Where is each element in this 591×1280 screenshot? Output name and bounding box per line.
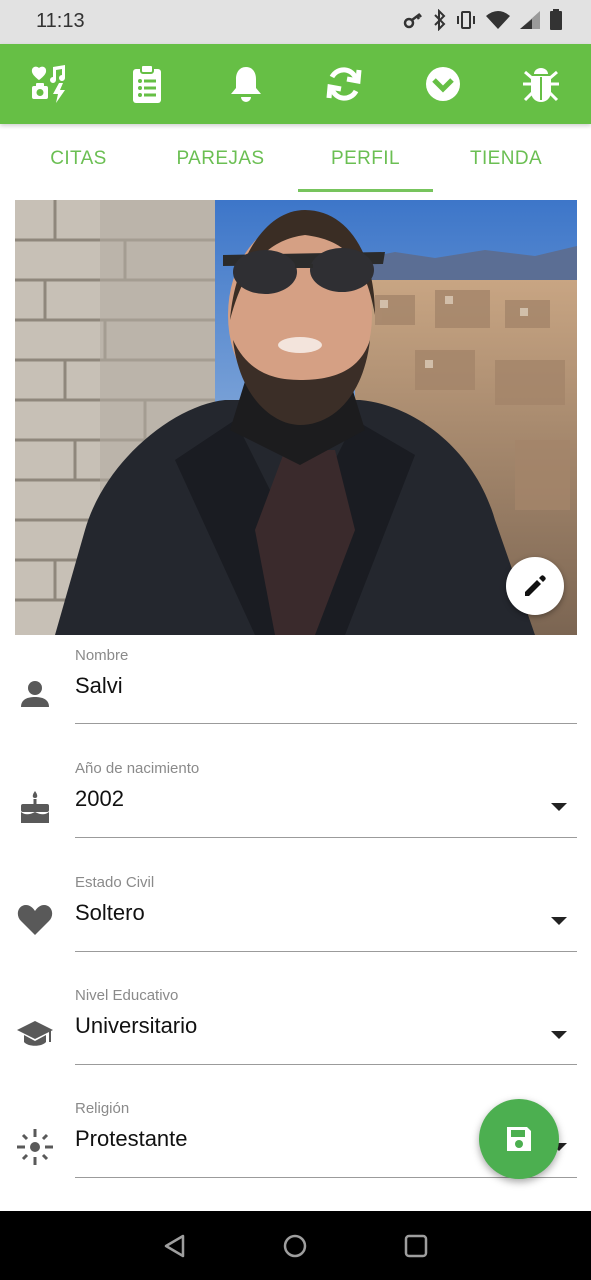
navigation-bar bbox=[0, 1211, 591, 1280]
bug-icon[interactable] bbox=[521, 64, 561, 104]
nombre-underline bbox=[75, 723, 577, 724]
nombre-input[interactable]: Salvi bbox=[75, 673, 123, 699]
sync-icon[interactable] bbox=[324, 64, 364, 104]
heart-icon bbox=[14, 899, 56, 941]
signal-icon bbox=[519, 10, 541, 30]
nivel-educativo-underline bbox=[75, 1064, 577, 1065]
person-icon bbox=[14, 673, 56, 715]
vibrate-icon bbox=[455, 9, 477, 31]
battery-icon bbox=[549, 9, 563, 31]
nombre-label: Nombre bbox=[75, 647, 129, 664]
nacimiento-select[interactable]: 2002 bbox=[75, 786, 124, 812]
status-time: 11:13 bbox=[36, 10, 85, 32]
status-bar: 11:13 bbox=[0, 0, 591, 44]
religion-select[interactable]: Protestante bbox=[75, 1126, 188, 1152]
cake-icon bbox=[14, 786, 56, 828]
bell-icon[interactable] bbox=[226, 64, 266, 104]
tab-perfil[interactable]: PERFIL bbox=[298, 124, 433, 194]
religion-label: Religión bbox=[75, 1100, 130, 1117]
tab-parejas[interactable]: PAREJAS bbox=[149, 124, 292, 194]
chevron-circle-down-icon[interactable] bbox=[423, 64, 463, 104]
floppy-disk-icon bbox=[507, 1127, 531, 1151]
nivel-educativo-select[interactable]: Universitario bbox=[75, 1013, 197, 1039]
nacimiento-dropdown-arrow-icon[interactable] bbox=[551, 803, 567, 811]
nivel-educativo-dropdown-arrow-icon[interactable] bbox=[551, 1031, 567, 1039]
tab-indicator bbox=[298, 189, 433, 192]
nacimiento-field[interactable]: Año de nacimiento 2002 bbox=[0, 760, 591, 860]
tab-citas[interactable]: CITAS bbox=[8, 124, 149, 194]
tab-bar: CITAS PAREJAS PERFIL TIENDA bbox=[0, 124, 591, 194]
profile-photo[interactable] bbox=[15, 200, 577, 635]
nombre-field[interactable]: Nombre Salvi bbox=[0, 647, 591, 747]
nacimiento-underline bbox=[75, 837, 577, 838]
nacimiento-label: Año de nacimiento bbox=[75, 760, 200, 777]
sun-icon bbox=[14, 1126, 56, 1168]
home-icon[interactable] bbox=[278, 1229, 312, 1263]
wifi-icon bbox=[485, 10, 511, 30]
top-toolbar bbox=[0, 44, 591, 124]
back-icon[interactable] bbox=[158, 1229, 192, 1263]
pencil-icon bbox=[525, 575, 546, 596]
tab-tienda[interactable]: TIENDA bbox=[436, 124, 576, 194]
nivel-educativo-label: Nivel Educativo bbox=[75, 987, 179, 1004]
estado-civil-dropdown-arrow-icon[interactable] bbox=[551, 917, 567, 925]
estado-civil-field[interactable]: Estado Civil Soltero bbox=[0, 874, 591, 974]
vpn-key-icon bbox=[403, 11, 425, 29]
graduation-cap-icon bbox=[14, 1013, 56, 1055]
recents-icon[interactable] bbox=[399, 1229, 433, 1263]
status-icons bbox=[403, 9, 563, 31]
estado-civil-label: Estado Civil bbox=[75, 874, 155, 891]
estado-civil-underline bbox=[75, 951, 577, 952]
religion-underline bbox=[75, 1177, 577, 1178]
save-button[interactable] bbox=[479, 1099, 559, 1179]
nivel-educativo-field[interactable]: Nivel Educativo Universitario bbox=[0, 987, 591, 1087]
bluetooth-icon bbox=[433, 9, 447, 31]
clipboard-list-icon[interactable] bbox=[127, 64, 167, 104]
edit-photo-button[interactable] bbox=[506, 557, 564, 615]
hearts-photo-icon[interactable] bbox=[29, 64, 69, 104]
estado-civil-select[interactable]: Soltero bbox=[75, 900, 145, 926]
